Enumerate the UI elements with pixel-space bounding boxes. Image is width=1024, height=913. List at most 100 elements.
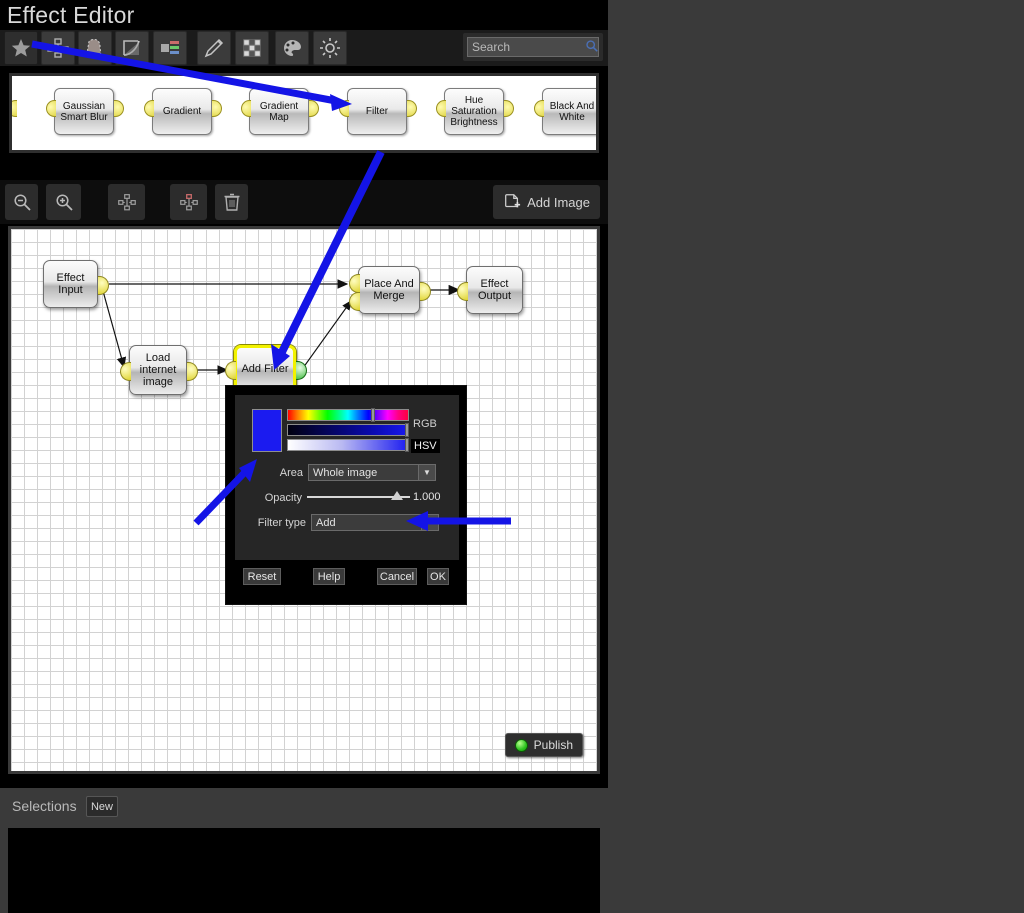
toolbar-favorites-button[interactable] <box>4 31 38 65</box>
graph-node-effect-input[interactable]: Effect Input <box>43 260 98 308</box>
curves-icon <box>123 40 140 56</box>
filter-type-value: Add <box>316 516 336 529</box>
brightness-icon <box>320 38 340 58</box>
node-label-line2: Output <box>477 290 512 302</box>
color-mode-rgb-tab[interactable]: RGB <box>413 418 437 430</box>
selections-list[interactable] <box>8 828 600 913</box>
area-select[interactable]: Whole image ▼ <box>308 464 436 481</box>
toolbar-layers-button[interactable] <box>153 31 187 65</box>
node-graph-icon <box>47 38 69 58</box>
node-label-line1: Place And <box>364 278 414 290</box>
lib-port-out <box>212 100 222 117</box>
opacity-label: Opacity <box>264 492 302 504</box>
lib-port-in <box>12 100 17 117</box>
chevron-down-icon[interactable]: ▼ <box>418 465 435 480</box>
add-image-button[interactable]: Add Image <box>493 185 600 219</box>
node-label-line2: Map <box>269 111 289 123</box>
node-label-line1: Hue <box>464 95 484 106</box>
layers-icon <box>161 41 179 54</box>
cancel-button[interactable]: Cancel <box>377 568 417 585</box>
library-node-hue-saturation-brightness[interactable]: Hue Saturation Brightness <box>444 88 504 135</box>
node-label-line2: Input <box>58 284 83 296</box>
toolbar-draw-button[interactable] <box>197 31 231 65</box>
lib-port-in <box>46 100 56 117</box>
status-led-icon <box>514 738 528 752</box>
graph-node-effect-output[interactable]: Effect Output <box>466 266 523 314</box>
node-label-line1: Effect <box>480 278 509 290</box>
filter-type-select[interactable]: Add <box>311 514 439 531</box>
add-image-icon <box>505 194 521 208</box>
help-button[interactable]: Help <box>313 568 345 585</box>
value-slider[interactable] <box>287 438 409 452</box>
area-label: Area <box>279 467 303 479</box>
zoom-in-icon <box>55 194 73 211</box>
node-label-line3: image <box>143 376 173 388</box>
trash-icon <box>224 193 239 211</box>
toolbar-curves-button[interactable] <box>115 31 149 65</box>
lib-port-in <box>241 100 251 117</box>
node-label-line1: Filter <box>365 106 389 117</box>
selections-label: Selections <box>12 798 77 814</box>
title-bar: Effect Editor <box>0 0 608 30</box>
node-label-line1: Load <box>145 352 171 364</box>
library-node-gradient[interactable]: Gradient <box>152 88 212 135</box>
graph-layout-button[interactable] <box>108 184 145 220</box>
lib-port-in <box>436 100 446 117</box>
saturation-slider-thumb[interactable] <box>405 423 409 437</box>
node-label-line1: Black And <box>549 100 595 112</box>
graph-layout-selected-button[interactable] <box>170 184 207 220</box>
opacity-value: 1.000 <box>413 491 441 503</box>
node-label-line2: White <box>559 111 585 123</box>
node-label-line1: Add Filter <box>241 363 289 375</box>
lib-port-in <box>534 100 544 117</box>
search-box[interactable] <box>463 33 603 61</box>
library-node-black-and-white[interactable]: Black And White <box>542 88 596 135</box>
node-label-line2: Saturation <box>451 106 497 117</box>
chevron-down-icon[interactable] <box>421 515 438 530</box>
node-label-line3: Brightness <box>450 117 498 128</box>
library-node-gaussian-smart-blur[interactable]: Gaussian Smart Blur <box>54 88 114 135</box>
toolbar-light-button[interactable] <box>313 31 347 65</box>
saturation-slider[interactable] <box>287 423 409 437</box>
search-input[interactable] <box>467 37 599 57</box>
opacity-slider-thumb[interactable] <box>391 491 403 500</box>
graph-node-load-internet-image[interactable]: Load internet image <box>129 345 187 395</box>
graph-zoom-out-button[interactable] <box>5 184 38 220</box>
color-swatch[interactable] <box>252 409 282 452</box>
star-icon <box>11 39 31 57</box>
page-title: Effect Editor <box>7 2 135 28</box>
library-node-filter[interactable]: Filter <box>347 88 407 135</box>
lib-port-out <box>114 100 124 117</box>
node-label-line1: Gradient <box>162 106 202 117</box>
node-label-line1: Effect <box>56 272 85 284</box>
reset-button[interactable]: Reset <box>243 568 281 585</box>
color-mode-hsv-tab[interactable]: HSV <box>411 439 440 453</box>
checker-grid-icon <box>243 39 261 57</box>
publish-button[interactable]: Publish <box>504 733 583 757</box>
toolbar-distort-button[interactable] <box>78 31 112 65</box>
graph-zoom-in-button[interactable] <box>46 184 81 220</box>
graph-node-place-and-merge[interactable]: Place And Merge <box>358 266 420 314</box>
effect-editor-window: Effect Editor Search Gaussian Smart Blur… <box>0 0 608 913</box>
area-select-value: Whole image <box>313 466 378 479</box>
ok-button[interactable]: OK <box>427 568 449 585</box>
hue-slider[interactable] <box>287 408 409 422</box>
preview-area <box>608 0 1024 913</box>
toolbar-color-button[interactable] <box>275 31 309 65</box>
effect-library-strip[interactable]: Gaussian Smart Blur Gradient Gradient Ma… <box>9 73 599 153</box>
add-image-label: Add Image <box>527 194 590 210</box>
lib-port-in <box>144 100 154 117</box>
library-node-gradient-map[interactable]: Gradient Map <box>249 88 309 135</box>
toolbar-pattern-button[interactable] <box>235 31 269 65</box>
hue-slider-thumb[interactable] <box>371 408 375 422</box>
filter-type-label: Filter type <box>257 517 306 529</box>
toolbar-structure-button[interactable] <box>41 31 75 65</box>
value-slider-thumb[interactable] <box>405 438 409 452</box>
zoom-out-icon <box>13 194 31 211</box>
selections-new-button[interactable]: New <box>86 796 118 817</box>
publish-label: Publish <box>533 738 573 752</box>
node-label-line2: Smart Blur <box>60 111 108 123</box>
lib-port-out <box>309 100 319 117</box>
lib-port-out <box>407 100 417 117</box>
graph-delete-button[interactable] <box>215 184 248 220</box>
